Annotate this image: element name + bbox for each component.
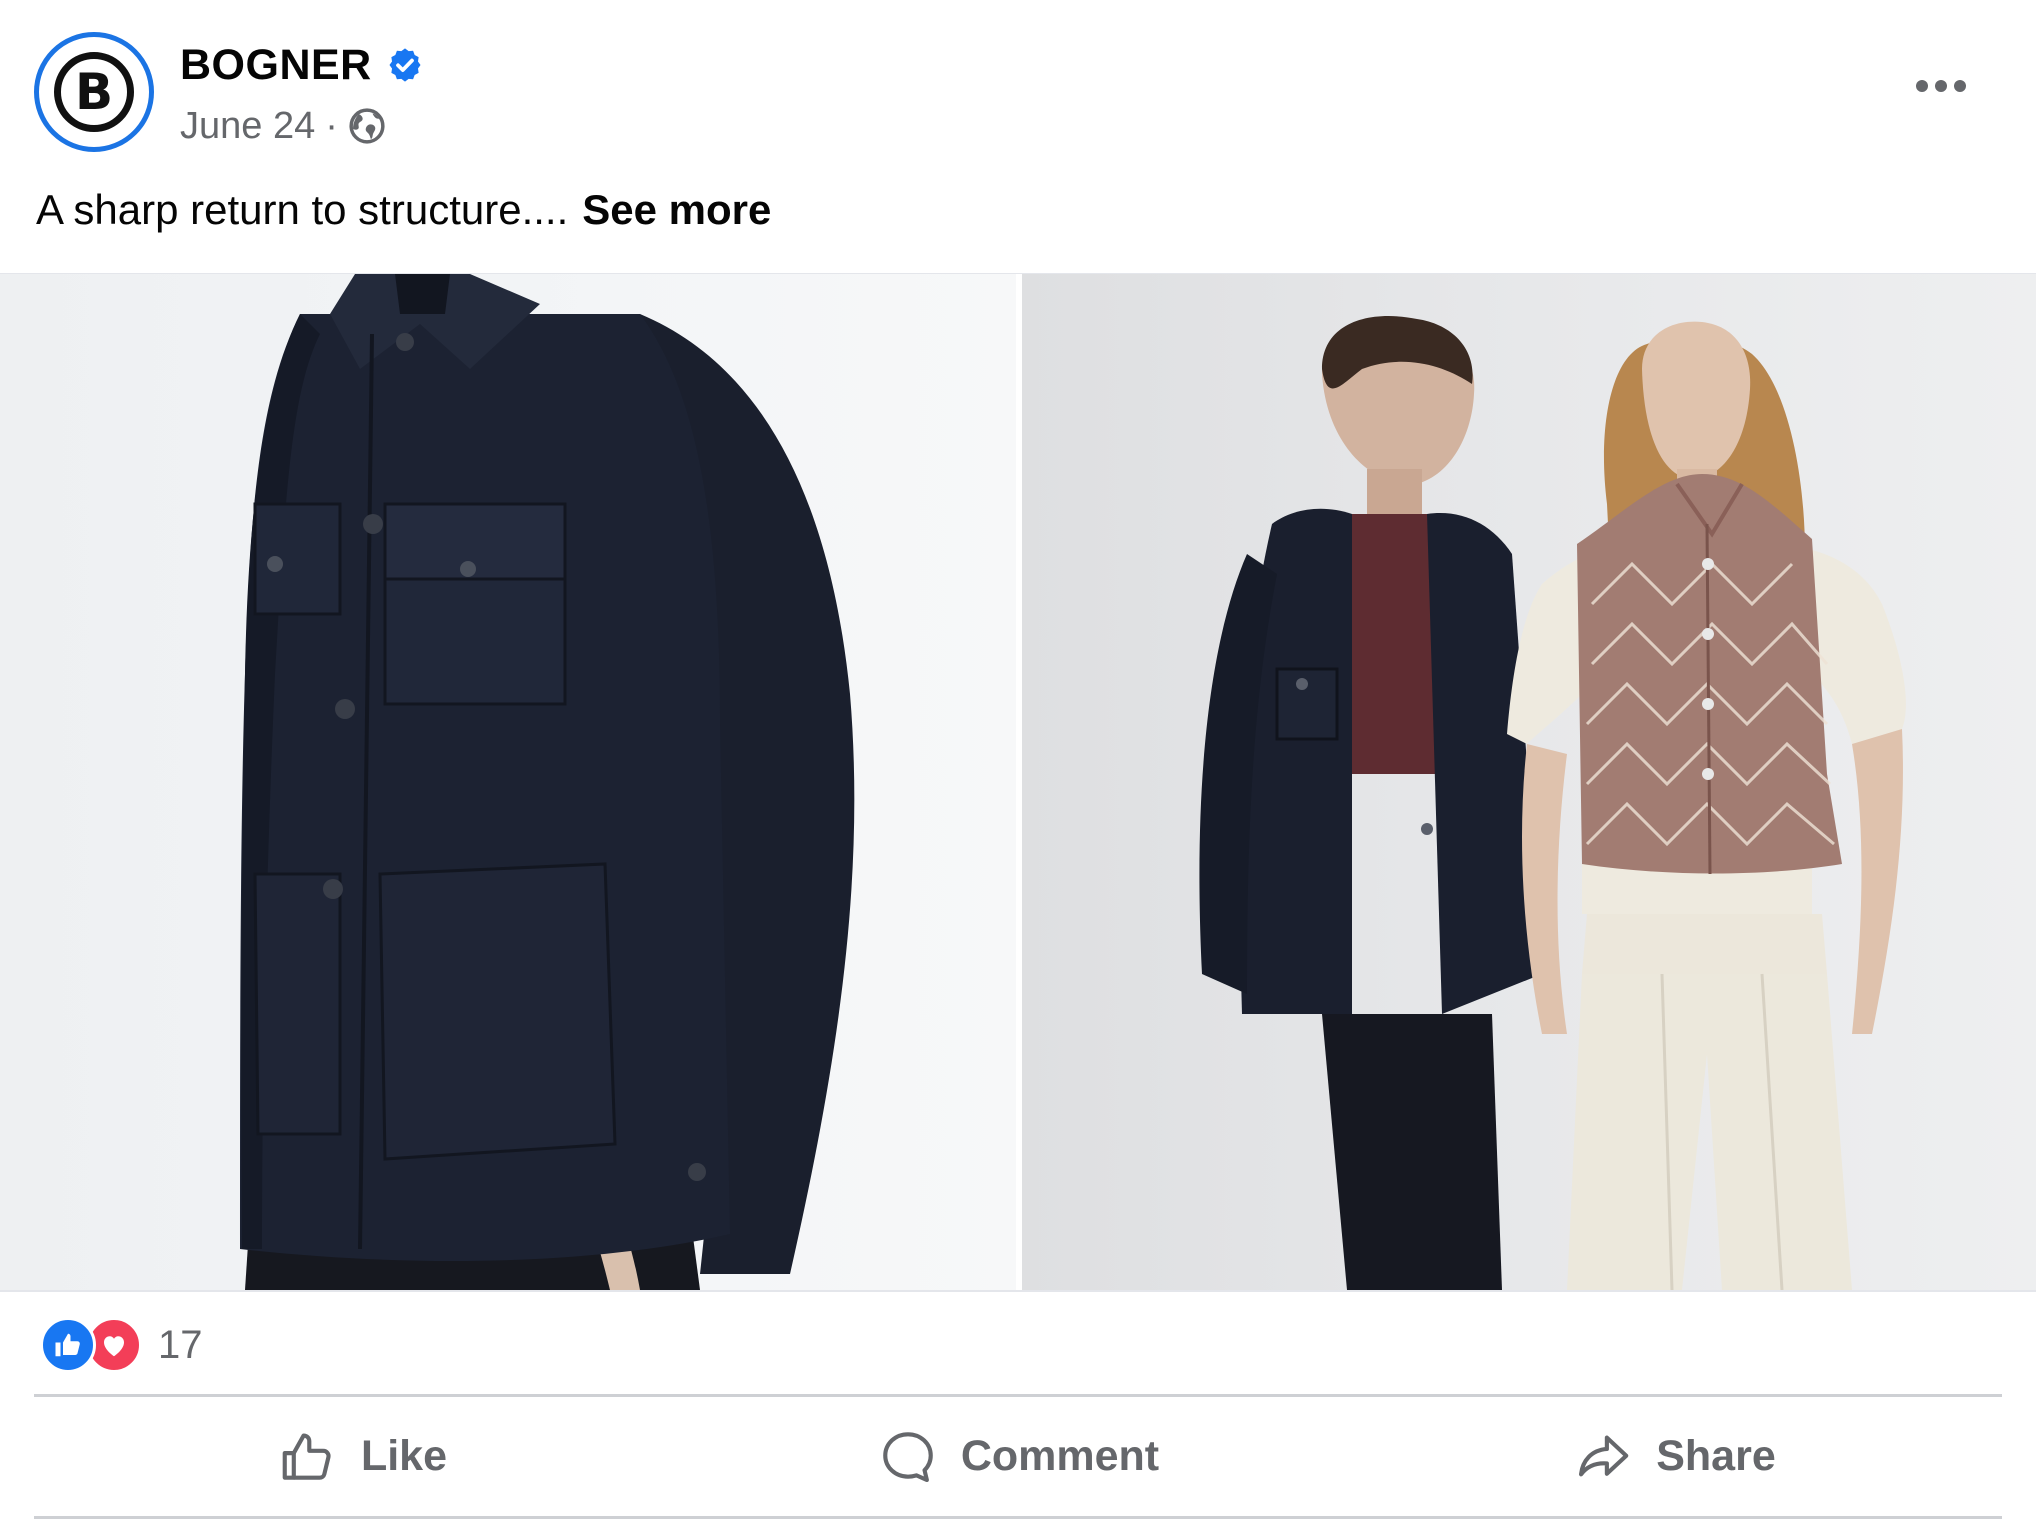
- more-dot-icon: [1916, 80, 1928, 92]
- more-dot-icon: [1954, 80, 1966, 92]
- media-bottom-border: [0, 1290, 2036, 1292]
- more-dot-icon: [1935, 80, 1947, 92]
- comment-label: Comment: [960, 1432, 1160, 1480]
- share-button[interactable]: Share: [1346, 1397, 2002, 1516]
- post-photo-models[interactable]: [1022, 274, 2036, 1290]
- page-avatar[interactable]: B: [34, 32, 154, 152]
- author-name[interactable]: BOGNER: [180, 41, 372, 90]
- see-more-link[interactable]: See more: [582, 186, 771, 234]
- reaction-count: 17: [158, 1322, 203, 1367]
- jacket-closeup-illustration: [240, 274, 855, 1290]
- post-date[interactable]: June 24: [180, 105, 315, 148]
- avatar-logo: B: [54, 52, 134, 132]
- verified-badge-icon: [389, 48, 421, 82]
- post-meta: June 24 ·: [180, 100, 386, 152]
- share-label: Share: [1656, 1432, 1776, 1480]
- author-row: BOGNER: [180, 38, 424, 92]
- post-actions-bar: Like Comment Share: [34, 1397, 2002, 1516]
- actions-bottom-divider: [34, 1516, 2002, 1519]
- comment-button[interactable]: Comment: [690, 1397, 1346, 1516]
- meta-separator: ·: [325, 104, 338, 147]
- like-reaction-icon: [40, 1317, 96, 1373]
- thumbs-up-icon: [282, 1432, 331, 1480]
- like-button[interactable]: Like: [34, 1397, 690, 1516]
- caption-text: A sharp return to structure....: [36, 186, 569, 233]
- models-illustration: [1199, 316, 1906, 1290]
- post-photo-jacket-closeup[interactable]: [0, 274, 1016, 1290]
- reaction-summary[interactable]: 17: [40, 1316, 203, 1374]
- like-label: Like: [360, 1432, 448, 1480]
- more-options-button[interactable]: [1906, 66, 1976, 106]
- post-caption: A sharp return to structure.... See more: [36, 180, 771, 240]
- share-arrow-icon: [1579, 1435, 1629, 1476]
- globe-icon: [349, 108, 385, 144]
- comment-bubble-icon: [883, 1431, 933, 1482]
